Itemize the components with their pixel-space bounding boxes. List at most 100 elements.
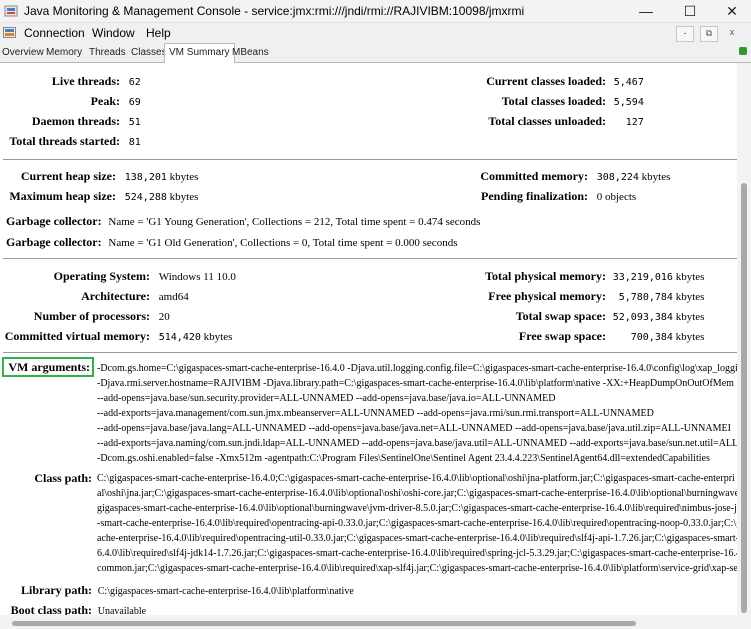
vm-arguments-line: -Djava.rmi.server.hostname=RAJIVIBM -Dja… <box>97 378 734 389</box>
gc-young-label: Garbage collector: <box>6 214 102 228</box>
free-physical-memory-label: Free physical memory: <box>488 289 606 303</box>
vm-arguments-line: --add-exports=java.management/com.sun.jm… <box>97 408 654 419</box>
class-path-line: al\oshi\jna.jar;C:\gigaspaces-smart-cach… <box>97 488 737 499</box>
section-divider <box>3 352 737 353</box>
max-heap-unit: kbytes <box>169 191 199 203</box>
free-swap-unit: kbytes <box>675 331 705 343</box>
free-swap-value: 700,384 <box>630 332 673 343</box>
class-path-line: ache-enterprise-16.4.0\lib\required\open… <box>97 533 737 544</box>
class-path-label: Class path: <box>34 471 92 485</box>
architecture-value: amd64 <box>158 291 189 303</box>
os-label: Operating System: <box>53 269 150 283</box>
pending-finalization-label: Pending finalization: <box>480 189 588 203</box>
current-classes-value: 5,467 <box>613 77 644 88</box>
committed-virtual-memory-value: 514,420 <box>158 332 201 343</box>
java-console-icon <box>3 27 16 38</box>
vm-summary-panel: Live threads: 62 Peak: 69 Daemon threads… <box>0 63 737 615</box>
total-swap-label: Total swap space: <box>515 309 606 323</box>
vertical-scrollbar-thumb[interactable] <box>741 183 747 613</box>
unloaded-classes-value: 127 <box>625 117 644 128</box>
class-path-line: gigaspaces-smart-cache-enterprise-16.4.0… <box>97 503 737 514</box>
daemon-threads-row: Daemon threads: 51 <box>0 113 141 129</box>
heap-size-unit: kbytes <box>169 171 199 183</box>
total-threads-value: 81 <box>128 137 141 148</box>
total-threads-label: Total threads started: <box>9 134 120 148</box>
max-heap-value: 524,288 <box>124 192 167 203</box>
internal-restore-button[interactable]: ⧉ <box>700 26 718 42</box>
class-path-line: common.jar;C:\gigaspaces-smart-cache-ent… <box>97 563 737 574</box>
tab-mbeans[interactable]: MBeans <box>232 45 269 61</box>
max-heap-row: Maximum heap size: 524,288 kbytes <box>0 188 198 204</box>
tab-vm-summary[interactable]: VM Summary <box>164 43 235 64</box>
total-threads-row: Total threads started: 81 <box>0 133 141 149</box>
vm-arguments-label-row: VM arguments: <box>6 359 90 375</box>
title-bar: Java Monitoring & Management Console - s… <box>0 0 751 22</box>
gc-old-row: Garbage collector: Name = 'G1 Old Genera… <box>6 234 457 250</box>
peak-threads-value: 69 <box>128 97 141 108</box>
tab-classes[interactable]: Classes <box>131 45 167 61</box>
gc-young-row: Garbage collector: Name = 'G1 Young Gene… <box>6 213 480 229</box>
live-threads-label: Live threads: <box>51 74 120 88</box>
committed-virtual-memory-row: Committed virtual memory: 514,420 kbytes <box>0 328 233 344</box>
committed-memory-value: 308,224 <box>596 172 639 183</box>
library-path-value: C:\gigaspaces-smart-cache-enterprise-16.… <box>97 586 354 597</box>
class-path-line: 6.4.0\lib\required\slf4j-jdk14-1.7.26.ja… <box>97 548 737 559</box>
unloaded-classes-label: Total classes unloaded: <box>488 114 606 128</box>
tab-overview[interactable]: Overview <box>2 45 44 61</box>
os-row: Operating System: Windows 11 10.0 <box>0 268 236 284</box>
committed-memory-row: Committed memory: 308,224 kbytes <box>470 168 670 184</box>
total-physical-memory-row: Total physical memory: 33,219,016 kbytes <box>470 268 704 284</box>
processors-row: Number of processors: 20 <box>0 308 170 324</box>
free-physical-memory-value: 5,780,784 <box>618 292 673 303</box>
minimize-button[interactable]: — <box>626 0 666 22</box>
class-path-line: -smart-cache-enterprise-16.4.0\lib\requi… <box>97 518 737 529</box>
menu-window[interactable]: Window <box>92 26 135 40</box>
menu-help[interactable]: Help <box>146 26 171 40</box>
boot-class-path-label: Boot class path: <box>10 603 92 615</box>
processors-label: Number of processors: <box>33 309 150 323</box>
total-physical-memory-label: Total physical memory: <box>485 269 606 283</box>
processors-value: 20 <box>158 311 170 323</box>
horizontal-scrollbar-thumb[interactable] <box>12 621 636 626</box>
max-heap-label: Maximum heap size: <box>9 189 116 203</box>
internal-close-button[interactable]: x <box>724 26 740 40</box>
boot-class-path-row: Boot class path: Unavailable <box>0 602 146 615</box>
tab-threads[interactable]: Threads <box>89 45 126 61</box>
total-physical-memory-unit: kbytes <box>675 271 705 283</box>
vm-arguments-line: --add-exports=java.naming/com.sun.jndi.l… <box>97 438 737 449</box>
vm-arguments-line: --add-opens=java.base/sun.security.provi… <box>97 393 556 404</box>
boot-class-path-value: Unavailable <box>97 606 147 615</box>
vm-arguments-line: --add-opens=java.base/java.lang=ALL-UNNA… <box>97 423 731 434</box>
total-classes-row: Total classes loaded: 5,594 <box>470 93 644 109</box>
peak-threads-label: Peak: <box>90 94 120 108</box>
current-classes-row: Current classes loaded: 5,467 <box>470 73 644 89</box>
heap-size-value: 138,201 <box>124 172 167 183</box>
tab-memory[interactable]: Memory <box>46 45 82 61</box>
committed-virtual-memory-unit: kbytes <box>203 331 233 343</box>
vm-arguments-label: VM arguments: <box>8 360 90 374</box>
pending-finalization-row: Pending finalization: 0 objects <box>470 188 636 204</box>
maximize-button[interactable]: ☐ <box>670 0 710 22</box>
current-classes-label: Current classes loaded: <box>486 74 606 88</box>
class-path-label-row: Class path: <box>0 470 92 486</box>
menu-connection[interactable]: Connection <box>24 26 85 40</box>
total-swap-row: Total swap space: 52,093,384 kbytes <box>470 308 705 324</box>
section-divider <box>3 258 737 259</box>
architecture-label: Architecture: <box>81 289 150 303</box>
total-physical-memory-value: 33,219,016 <box>612 272 673 283</box>
menu-bar: Connection Window Help - ⧉ x <box>0 22 751 43</box>
free-physical-memory-row: Free physical memory: 5,780,784 kbytes <box>470 288 704 304</box>
architecture-row: Architecture: amd64 <box>0 288 189 304</box>
total-classes-label: Total classes loaded: <box>501 94 606 108</box>
free-physical-memory-unit: kbytes <box>675 291 705 303</box>
section-divider <box>3 159 737 160</box>
internal-minimize-button[interactable]: - <box>676 26 694 42</box>
close-button[interactable]: ✕ <box>712 0 751 22</box>
committed-virtual-memory-label: Committed virtual memory: <box>4 329 150 343</box>
window-title: Java Monitoring & Management Console - s… <box>24 4 525 18</box>
class-path-line: C:\gigaspaces-smart-cache-enterprise-16.… <box>97 473 735 484</box>
live-threads-row: Live threads: 62 <box>0 73 141 89</box>
gc-old-label: Garbage collector: <box>6 235 102 249</box>
peak-threads-row: Peak: 69 <box>0 93 141 109</box>
java-app-icon <box>4 5 18 17</box>
